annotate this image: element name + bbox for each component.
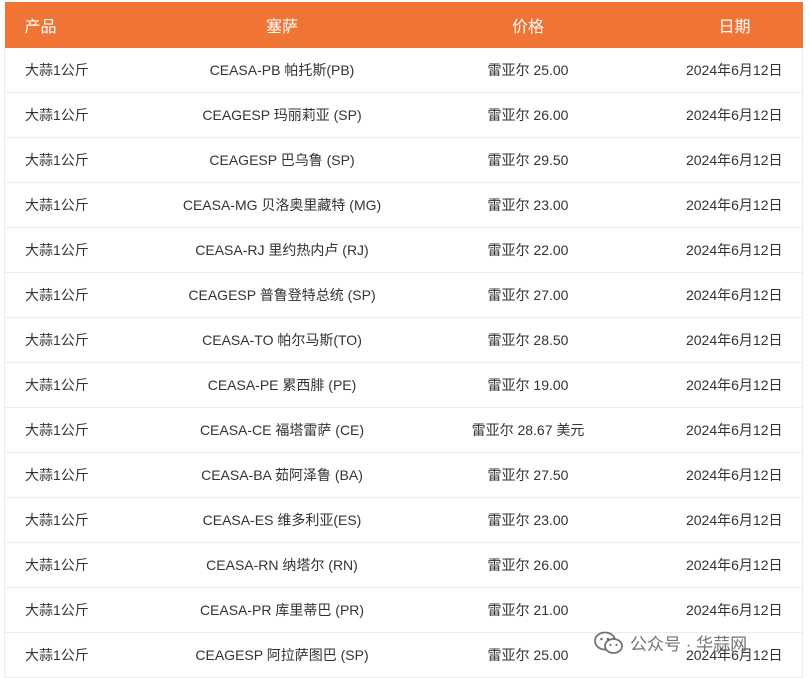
cell-date: 2024年6月12日: [666, 542, 803, 588]
cell-price: 雷亚尔 27.50: [389, 452, 667, 498]
table-body: 大蒜1公斤 CEASA-PB 帕托斯(PB) 雷亚尔 25.00 2024年6月12日…: [4, 48, 803, 678]
header-price: 价格: [389, 2, 667, 48]
table-header: 产品 塞萨 价格 日期: [4, 2, 803, 48]
cell-product: 大蒜1公斤: [4, 92, 175, 138]
cell-date: 2024年6月12日: [666, 407, 803, 453]
cell-product: 大蒜1公斤: [4, 452, 175, 498]
cell-price: 雷亚尔 26.00: [389, 92, 667, 138]
table-row: 大蒜1公斤 CEAGESP 玛丽莉亚 (SP) 雷亚尔 26.00 2024年6月12…: [4, 92, 803, 138]
cell-ceasa: CEASA-CE 福塔雷萨 (CE): [174, 407, 390, 453]
table-row: 大蒜1公斤 CEASA-CE 福塔雷萨 (CE) 雷亚尔 28.67 美元 2024年…: [4, 407, 803, 453]
cell-date: 2024年6月12日: [666, 182, 803, 228]
cell-date: 2024年6月12日: [666, 632, 803, 678]
cell-ceasa: CEAGESP 玛丽莉亚 (SP): [174, 92, 390, 138]
cell-product: 大蒜1公斤: [4, 542, 175, 588]
table-row: 大蒜1公斤 CEASA-PE 累西腓 (PE) 雷亚尔 19.00 2024年6月12…: [4, 362, 803, 408]
cell-price: 雷亚尔 27.00: [389, 272, 667, 318]
price-table: 产品 塞萨 价格 日期 大蒜1公斤 CEASA-PB 帕托斯(PB) 雷亚尔 25.…: [4, 2, 803, 678]
cell-ceasa: CEASA-BA 茹阿泽鲁 (BA): [174, 452, 390, 498]
table-row: 大蒜1公斤 CEASA-TO 帕尔马斯(TO) 雷亚尔 28.50 2024年6月12…: [4, 317, 803, 363]
table-row: 大蒜1公斤 CEASA-RJ 里约热内卢 (RJ) 雷亚尔 22.00 2024年6月…: [4, 227, 803, 273]
table-row: 大蒜1公斤 CEAGESP 普鲁登特总统 (SP) 雷亚尔 27.00 2024年6月…: [4, 272, 803, 318]
cell-product: 大蒜1公斤: [4, 587, 175, 633]
cell-ceasa: CEASA-ES 维多利亚(ES): [174, 497, 390, 543]
cell-ceasa: CEASA-PB 帕托斯(PB): [174, 48, 390, 93]
table-row: 大蒜1公斤 CEASA-BA 茹阿泽鲁 (BA) 雷亚尔 27.50 2024年6月1…: [4, 452, 803, 498]
cell-ceasa: CEASA-MG 贝洛奥里藏特 (MG): [174, 182, 390, 228]
cell-price: 雷亚尔 22.00: [389, 227, 667, 273]
cell-date: 2024年6月12日: [666, 92, 803, 138]
cell-ceasa: CEAGESP 普鲁登特总统 (SP): [174, 272, 390, 318]
cell-product: 大蒜1公斤: [4, 632, 175, 678]
header-date: 日期: [666, 2, 803, 48]
cell-price: 雷亚尔 23.00: [389, 497, 667, 543]
table-row: 大蒜1公斤 CEASA-RN 纳塔尔 (RN) 雷亚尔 26.00 2024年6月12…: [4, 542, 803, 588]
cell-date: 2024年6月12日: [666, 272, 803, 318]
cell-product: 大蒜1公斤: [4, 48, 175, 93]
cell-price: 雷亚尔 25.00: [389, 48, 667, 93]
cell-price: 雷亚尔 25.00: [389, 632, 667, 678]
cell-ceasa: CEASA-RN 纳塔尔 (RN): [174, 542, 390, 588]
cell-product: 大蒜1公斤: [4, 317, 175, 363]
cell-ceasa: CEASA-PE 累西腓 (PE): [174, 362, 390, 408]
table-row: 大蒜1公斤 CEASA-MG 贝洛奥里藏特 (MG) 雷亚尔 23.00 2024年6…: [4, 182, 803, 228]
table-row: 大蒜1公斤 CEAGESP 巴乌鲁 (SP) 雷亚尔 29.50 2024年6月12日: [4, 137, 803, 183]
header-ceasa: 塞萨: [174, 2, 390, 48]
cell-price: 雷亚尔 21.00: [389, 587, 667, 633]
cell-product: 大蒜1公斤: [4, 407, 175, 453]
cell-price: 雷亚尔 19.00: [389, 362, 667, 408]
cell-date: 2024年6月12日: [666, 317, 803, 363]
cell-product: 大蒜1公斤: [4, 182, 175, 228]
cell-date: 2024年6月12日: [666, 452, 803, 498]
cell-date: 2024年6月12日: [666, 227, 803, 273]
cell-date: 2024年6月12日: [666, 48, 803, 93]
table-row: 大蒜1公斤 CEASA-PR 库里蒂巴 (PR) 雷亚尔 21.00 2024年6月1…: [4, 587, 803, 633]
cell-product: 大蒜1公斤: [4, 497, 175, 543]
header-row: 产品 塞萨 价格 日期: [4, 2, 803, 48]
cell-ceasa: CEAGESP 巴乌鲁 (SP): [174, 137, 390, 183]
cell-ceasa: CEASA-PR 库里蒂巴 (PR): [174, 587, 390, 633]
table-row: 大蒜1公斤 CEASA-PB 帕托斯(PB) 雷亚尔 25.00 2024年6月12日: [4, 48, 803, 93]
cell-price: 雷亚尔 23.00: [389, 182, 667, 228]
cell-price: 雷亚尔 28.67 美元: [389, 407, 667, 453]
cell-ceasa: CEASA-RJ 里约热内卢 (RJ): [174, 227, 390, 273]
cell-ceasa: CEASA-TO 帕尔马斯(TO): [174, 317, 390, 363]
cell-product: 大蒜1公斤: [4, 272, 175, 318]
cell-price: 雷亚尔 28.50: [389, 317, 667, 363]
cell-date: 2024年6月12日: [666, 587, 803, 633]
table-row: 大蒜1公斤 CEAGESP 阿拉萨图巴 (SP) 雷亚尔 25.00 2024年6月1…: [4, 632, 803, 678]
cell-ceasa: CEAGESP 阿拉萨图巴 (SP): [174, 632, 390, 678]
cell-product: 大蒜1公斤: [4, 137, 175, 183]
cell-date: 2024年6月12日: [666, 137, 803, 183]
cell-date: 2024年6月12日: [666, 362, 803, 408]
table-row: 大蒜1公斤 CEASA-ES 维多利亚(ES) 雷亚尔 23.00 2024年6月12…: [4, 497, 803, 543]
cell-product: 大蒜1公斤: [4, 227, 175, 273]
cell-price: 雷亚尔 29.50: [389, 137, 667, 183]
cell-price: 雷亚尔 26.00: [389, 542, 667, 588]
cell-date: 2024年6月12日: [666, 497, 803, 543]
cell-product: 大蒜1公斤: [4, 362, 175, 408]
header-product: 产品: [4, 2, 175, 48]
